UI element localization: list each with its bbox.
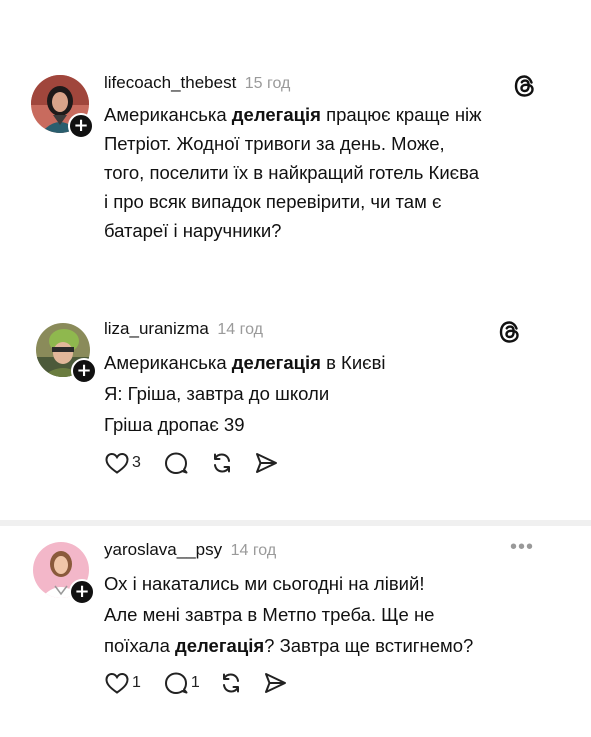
heart-icon <box>105 672 129 694</box>
post-header: yaroslava__psy 14 год <box>104 540 276 560</box>
share-button[interactable] <box>262 670 288 696</box>
reply-count: 1 <box>190 674 200 691</box>
timestamp: 14 год <box>230 542 277 559</box>
repost-icon <box>222 673 239 693</box>
keyword-highlight: делегація <box>175 635 265 656</box>
action-bar: 1 1 <box>104 670 306 696</box>
text-line: поїхала делегація? Завтра ще встигнемо? <box>104 635 474 656</box>
follow-plus-icon[interactable]: + <box>69 579 95 605</box>
reply-bubble-icon <box>164 672 188 694</box>
like-count: 1 <box>132 674 141 691</box>
text-line: Ох і накатались ми сьогодні на лівий! <box>104 573 425 594</box>
more-options-icon[interactable]: ••• <box>510 536 534 559</box>
username[interactable]: yaroslava__psy <box>104 540 222 559</box>
post-3: + yaroslava__psy 14 год ••• Ох і накатал… <box>0 0 591 737</box>
reply-button[interactable]: 1 <box>163 670 200 696</box>
send-icon <box>264 673 286 693</box>
repost-button[interactable] <box>218 670 244 696</box>
text-line: Але мені завтра в Метпо треба. Ще не <box>104 604 435 625</box>
post-text: Ох і накатались ми сьогодні на лівий! Ал… <box>104 568 473 661</box>
like-button[interactable]: 1 <box>104 671 141 695</box>
